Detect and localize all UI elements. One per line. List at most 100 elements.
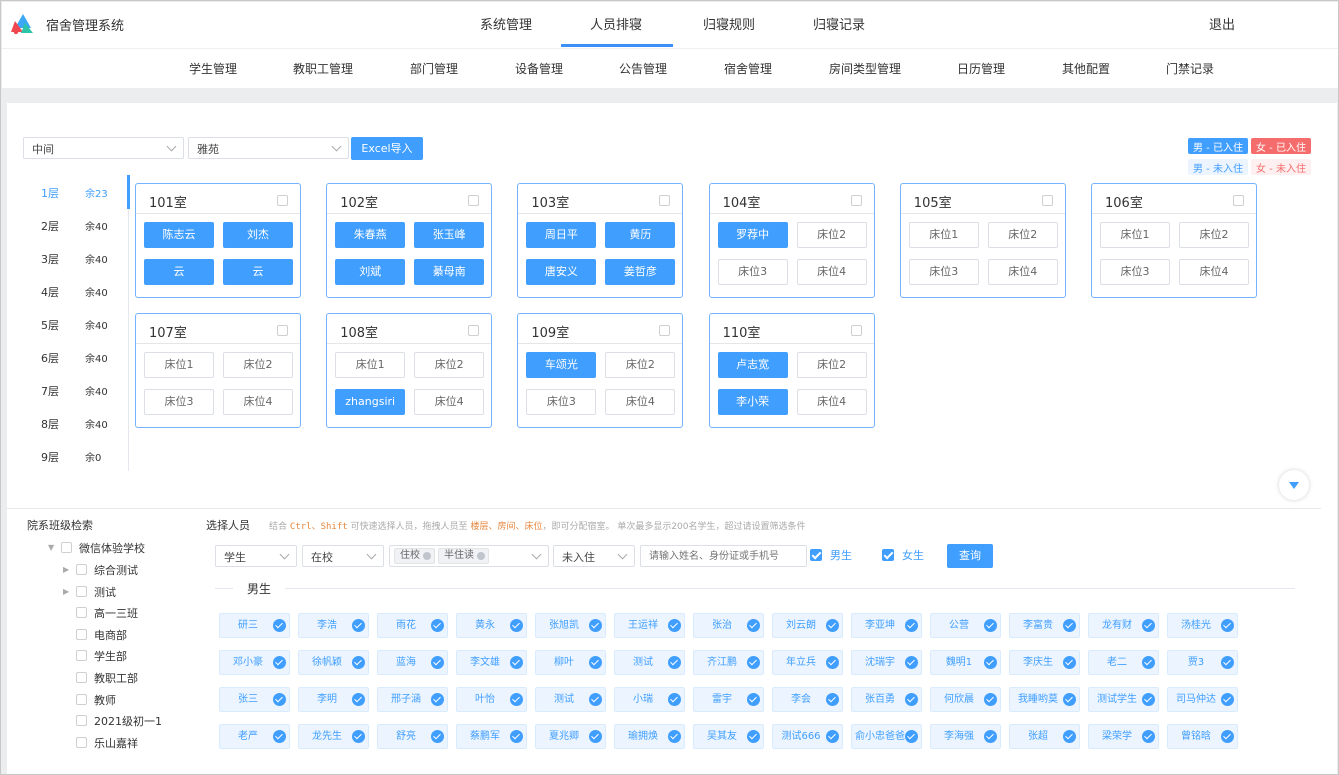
room-checkbox[interactable] — [850, 325, 862, 336]
student-chip[interactable]: 俞小忠爸爸 — [851, 724, 922, 749]
student-chip[interactable]: 公营 — [930, 613, 1001, 638]
student-chip[interactable]: 测试666 — [772, 724, 843, 749]
student-chip[interactable]: 李富贵 — [1009, 613, 1080, 638]
floor-item[interactable]: 6层 余40 — [41, 350, 121, 366]
bed-slot[interactable]: 綦母南 — [414, 259, 485, 285]
bed-slot[interactable]: 床位3 — [908, 259, 979, 285]
bed-slot[interactable]: 朱春燕 — [335, 222, 406, 248]
student-chip[interactable]: 张超 — [1009, 724, 1080, 749]
subnav-other-config[interactable]: 其他配置 — [1062, 60, 1110, 77]
nav-return-records[interactable]: 归寝记录 — [813, 14, 865, 33]
bed-slot[interactable]: 床位1 — [1100, 222, 1170, 248]
tree-checkbox[interactable] — [76, 736, 87, 748]
bed-slot[interactable]: 床位2 — [1179, 222, 1249, 248]
bed-slot[interactable]: 床位4 — [1179, 259, 1249, 285]
bed-slot[interactable]: 床位2 — [987, 222, 1058, 248]
student-chip[interactable]: 老二 — [1088, 650, 1159, 675]
tree-checkbox[interactable] — [76, 650, 87, 662]
student-chip[interactable]: 张百勇 — [851, 687, 922, 712]
student-chip[interactable]: 司马仲达 — [1167, 687, 1238, 712]
room-checkbox[interactable] — [659, 195, 671, 206]
bed-slot[interactable]: 床位1 — [144, 352, 214, 378]
tree-checkbox[interactable] — [76, 607, 87, 619]
student-chip[interactable]: 龙有财 — [1088, 613, 1159, 638]
person-type-select[interactable]: 学生 — [215, 545, 297, 567]
tree-checkbox[interactable] — [76, 693, 87, 705]
student-chip[interactable]: 李会 — [772, 687, 843, 712]
subnav-students[interactable]: 学生管理 — [189, 60, 237, 77]
student-chip[interactable]: 张旭凯 — [535, 613, 606, 638]
student-chip[interactable]: 李浩 — [298, 613, 369, 638]
floor-item[interactable]: 4层 余40 — [41, 284, 121, 300]
bed-slot[interactable]: 床位4 — [796, 259, 867, 285]
floor-item[interactable]: 9层 余0 — [41, 449, 121, 465]
room-checkbox[interactable] — [850, 195, 862, 206]
student-chip[interactable]: 雨花 — [377, 613, 448, 638]
tree-checkbox[interactable] — [76, 672, 87, 683]
subnav-access-records[interactable]: 门禁记录 — [1166, 60, 1214, 77]
floor-item[interactable]: 1层 余23 — [41, 185, 121, 201]
room-checkbox[interactable] — [277, 195, 288, 206]
nav-return-rules[interactable]: 归寝规则 — [703, 14, 755, 33]
floor-item[interactable]: 2层 余40 — [41, 218, 121, 234]
student-chip[interactable]: 我睡哟莫 — [1009, 687, 1080, 712]
nav-system[interactable]: 系统管理 — [480, 14, 532, 33]
bed-slot[interactable]: 姜哲彦 — [605, 259, 676, 285]
room-card[interactable]: 105室 床位1 床位2 床位3 床位4 — [899, 183, 1066, 298]
bed-slot[interactable]: 床位4 — [605, 389, 676, 415]
tag-boarding[interactable]: 住校 — [394, 548, 435, 564]
bed-slot[interactable]: 床位3 — [144, 389, 214, 415]
bed-slot[interactable]: 床位2 — [796, 222, 867, 248]
subnav-devices[interactable]: 设备管理 — [515, 60, 563, 77]
bed-slot[interactable]: 云 — [223, 259, 293, 285]
student-chip[interactable]: 夏兆卿 — [535, 724, 606, 749]
student-chip[interactable]: 蔡鹏军 — [456, 724, 527, 749]
male-checkbox[interactable]: 男生 — [810, 547, 860, 563]
bed-slot[interactable]: 刘杰 — [223, 222, 293, 248]
boarding-tags-select[interactable]: 住校 半住读 — [389, 545, 549, 567]
bed-slot[interactable]: 床位4 — [223, 389, 293, 415]
room-card[interactable]: 103室 周日平 黄历 唐安义 姜哲彦 — [517, 183, 684, 298]
bed-slot[interactable]: 床位4 — [414, 389, 485, 415]
room-checkbox[interactable] — [1233, 195, 1244, 206]
excel-import-button[interactable]: Excel导入 — [351, 137, 423, 160]
room-checkbox[interactable] — [468, 195, 480, 206]
student-chip[interactable]: 雷宇 — [693, 687, 764, 712]
subnav-departments[interactable]: 部门管理 — [410, 60, 458, 77]
search-input[interactable] — [640, 545, 807, 567]
room-card[interactable]: 106室 床位1 床位2 床位3 床位4 — [1091, 183, 1257, 298]
tree-checkbox[interactable] — [76, 564, 87, 575]
building-area-select[interactable]: 中间 — [23, 137, 184, 159]
subnav-announcements[interactable]: 公告管理 — [619, 60, 667, 77]
student-chip[interactable]: 测试 — [614, 650, 685, 675]
bed-slot[interactable]: 床位2 — [223, 352, 293, 378]
scroll-down-button[interactable] — [1279, 470, 1309, 500]
room-card[interactable]: 107室 床位1 床位2 床位3 床位4 — [135, 313, 301, 428]
tree-checkbox[interactable] — [76, 715, 87, 727]
room-card[interactable]: 101室 陈志云 刘杰云云 — [135, 183, 301, 298]
student-chip[interactable]: 瑜拥焕 — [614, 724, 685, 749]
bed-slot[interactable]: 周日平 — [526, 222, 597, 248]
bed-slot[interactable]: 床位1 — [908, 222, 979, 248]
student-chip[interactable]: 邢子涵 — [377, 687, 448, 712]
student-chip[interactable]: 张治 — [693, 613, 764, 638]
bed-slot[interactable]: 云 — [144, 259, 214, 285]
floor-item[interactable]: 8层 余40 — [41, 416, 121, 432]
student-chip[interactable]: 老严 — [219, 724, 290, 749]
student-chip[interactable]: 徐帆颖 — [298, 650, 369, 675]
tag-half-boarding[interactable]: 半住读 — [438, 548, 489, 564]
tree-checkbox[interactable] — [61, 542, 72, 553]
bed-slot[interactable]: 床位4 — [987, 259, 1058, 285]
room-card[interactable]: 104室 罗荐中 床位2 床位3 床位4 — [708, 183, 875, 298]
floor-item[interactable]: 3层 余40 — [41, 251, 121, 267]
student-chip[interactable]: 魏明1 — [930, 650, 1001, 675]
student-chip[interactable]: 测试 — [535, 687, 606, 712]
student-chip[interactable]: 龙先生 — [298, 724, 369, 749]
caret-down-icon[interactable]: ▼ — [48, 543, 54, 552]
room-checkbox[interactable] — [1041, 195, 1053, 206]
bed-slot[interactable]: 刘斌 — [335, 259, 406, 285]
caret-right-icon[interactable]: ▶ — [63, 587, 69, 596]
bed-slot[interactable]: 李小荣 — [717, 389, 788, 415]
student-chip[interactable]: 沈瑞宇 — [851, 650, 922, 675]
student-chip[interactable]: 李文雄 — [456, 650, 527, 675]
